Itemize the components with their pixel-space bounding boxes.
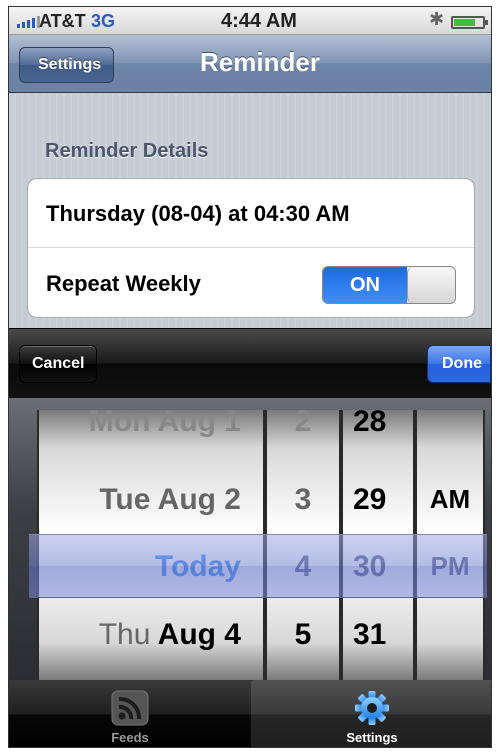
date-weekday: Thu: [98, 618, 151, 651]
signal-icon: [17, 16, 40, 28]
ampm-option-selected[interactable]: PM: [417, 533, 483, 600]
toggle-on-label: ON: [323, 267, 407, 303]
datetime-row[interactable]: Thursday (08-04) at 04:30 AM: [28, 179, 474, 248]
battery-icon: [451, 16, 488, 29]
repeat-weekly-row: Repeat Weekly ON: [28, 249, 474, 317]
hour-option[interactable]: 3: [267, 466, 339, 533]
ampm-option[interactable]: [417, 410, 483, 455]
hour-option[interactable]: 2: [267, 410, 339, 455]
ampm-option[interactable]: [417, 601, 483, 668]
bluetooth-icon: ✱: [429, 9, 445, 29]
ampm-wheel[interactable]: AM PM: [415, 410, 485, 680]
section-header: Reminder Details: [45, 140, 209, 162]
date-option-selected[interactable]: Today: [39, 533, 263, 600]
picker-toolbar: Cancel Done: [9, 328, 491, 398]
settings-content: Reminder Details Thursday (08-04) at 04:…: [9, 94, 491, 328]
toggle-knob: [407, 267, 455, 303]
repeat-weekly-label: Repeat Weekly: [46, 271, 201, 296]
date-option[interactable]: Thu Aug 4: [39, 601, 263, 668]
done-button[interactable]: Done: [427, 345, 491, 383]
status-bar: AT&T 3G 4:44 AM ✱: [9, 7, 491, 35]
repeat-weekly-toggle[interactable]: ON: [322, 266, 456, 304]
rss-feed-icon: [111, 690, 149, 731]
date-wheel[interactable]: Mon Aug 1 Tue Aug 2 Today Thu Aug 4: [37, 410, 265, 680]
gear-icon: [354, 690, 390, 731]
hour-option[interactable]: 5: [267, 601, 339, 668]
date-option[interactable]: Mon Aug 1: [39, 410, 263, 455]
date-option[interactable]: Tue Aug 2: [39, 466, 263, 533]
minute-option[interactable]: 29: [343, 466, 413, 533]
page-title: Reminder: [200, 47, 320, 77]
date-day: Aug 4: [157, 618, 241, 651]
tab-feeds-label: Feeds: [111, 730, 149, 745]
date-time-picker: Mon Aug 1 Tue Aug 2 Today Thu Aug 4 2 3 …: [9, 398, 491, 680]
tab-feeds[interactable]: Feeds: [9, 680, 251, 747]
navigation-bar: Settings Reminder: [9, 35, 491, 93]
carrier-label: AT&T: [39, 11, 86, 31]
ampm-option[interactable]: AM: [417, 466, 483, 533]
network-label: 3G: [91, 11, 116, 31]
cancel-button[interactable]: Cancel: [19, 345, 98, 383]
minute-option-selected[interactable]: 30: [343, 533, 413, 600]
minute-wheel[interactable]: 28 29 30 31: [341, 410, 415, 680]
hour-wheel[interactable]: 2 3 4 5: [265, 410, 341, 680]
minute-option[interactable]: 31: [343, 601, 413, 668]
hour-option-selected[interactable]: 4: [267, 533, 339, 600]
clock: 4:44 AM: [221, 10, 297, 32]
phone-screen: AT&T 3G 4:44 AM ✱ Settings Reminder Remi…: [8, 6, 492, 748]
minute-option[interactable]: 28: [343, 410, 413, 455]
reminder-group: Thursday (08-04) at 04:30 AM Repeat Week…: [27, 178, 475, 318]
tab-settings[interactable]: Settings: [251, 680, 491, 747]
tab-bar: Feeds Settings: [9, 680, 491, 747]
tab-settings-label: Settings: [346, 730, 398, 745]
